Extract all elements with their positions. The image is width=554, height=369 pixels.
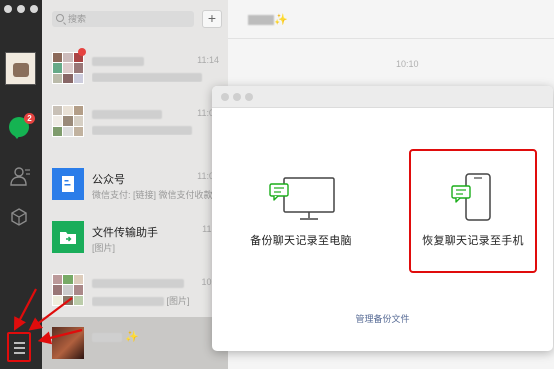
official-account-icon [52, 168, 84, 200]
backup-restore-dialog: 备份聊天记录至电脑 恢复聊天记录至手机 管理备份文件 [212, 86, 553, 351]
chat-name: ✨ [92, 330, 139, 343]
dialog-minimize-button[interactable] [233, 93, 241, 101]
group-avatar [52, 52, 84, 84]
chat-list-item-file-transfer[interactable]: 文件传输助手 [图片] 11:0 [42, 211, 228, 264]
chat-list-item[interactable]: [图片] 10:5 [42, 264, 228, 317]
chat-unread-badge: 2 [24, 113, 35, 124]
close-window-button[interactable] [4, 5, 12, 13]
chat-name [92, 108, 162, 120]
dialog-titlebar [212, 86, 553, 108]
minimize-window-button[interactable] [17, 5, 25, 13]
dialog-close-button[interactable] [221, 93, 229, 101]
message-time-divider: 10:10 [396, 59, 419, 69]
favorites-cube-icon[interactable] [9, 207, 29, 227]
chat-name [92, 277, 184, 289]
backup-to-pc-label: 备份聊天记录至电脑 [250, 235, 352, 247]
chat-preview: [图片] [92, 294, 212, 307]
group-avatar [52, 105, 84, 137]
annotation-highlight-box [409, 149, 537, 273]
header-divider [228, 38, 554, 39]
chat-preview [92, 72, 212, 83]
search-input[interactable]: 搜索 [52, 11, 194, 27]
search-icon [56, 14, 64, 22]
more-menu-button[interactable] [7, 332, 31, 362]
dialog-zoom-button[interactable] [245, 93, 253, 101]
computer-monitor-icon [269, 177, 335, 220]
chat-name: 文件传输助手 [92, 227, 158, 239]
chat-list-item-selected[interactable]: ✨ [42, 317, 228, 369]
unread-badge [78, 48, 86, 56]
chat-preview: 微信支付: [链接] 微信支付收款... [92, 190, 212, 200]
chat-list-item-official-accounts[interactable]: 公众号 微信支付: [链接] 微信支付收款... 11:07 [42, 158, 228, 211]
chat-time: 11:14 [197, 55, 219, 65]
contacts-icon[interactable] [9, 165, 31, 187]
chat-list-panel: 搜索 + 11:14 11:09 公众号 微信支付: [链接] 微信支付收款..… [42, 0, 228, 369]
chat-name: 公众号 [92, 174, 125, 186]
chat-preview [92, 125, 212, 136]
dialog-window-controls [221, 93, 253, 101]
search-placeholder: 搜索 [68, 14, 87, 24]
backup-to-pc-option[interactable]: 备份聊天记录至电脑 [236, 172, 366, 248]
group-avatar [52, 274, 84, 306]
my-avatar[interactable] [5, 52, 36, 85]
add-chat-button[interactable]: + [202, 10, 222, 28]
chat-list-item[interactable]: 11:09 [42, 95, 228, 148]
chat-name [92, 55, 144, 67]
chat-list-item[interactable]: 11:14 [42, 42, 228, 95]
chat-preview: [图片] [92, 243, 116, 253]
conversation-title: ✨ [248, 12, 288, 26]
window-controls [4, 5, 38, 13]
file-transfer-icon [52, 221, 84, 253]
zoom-window-button[interactable] [30, 5, 38, 13]
contact-avatar [52, 327, 84, 359]
manage-backup-files-link[interactable]: 管理备份文件 [212, 312, 553, 325]
sidebar-nav: 2 [0, 0, 42, 369]
